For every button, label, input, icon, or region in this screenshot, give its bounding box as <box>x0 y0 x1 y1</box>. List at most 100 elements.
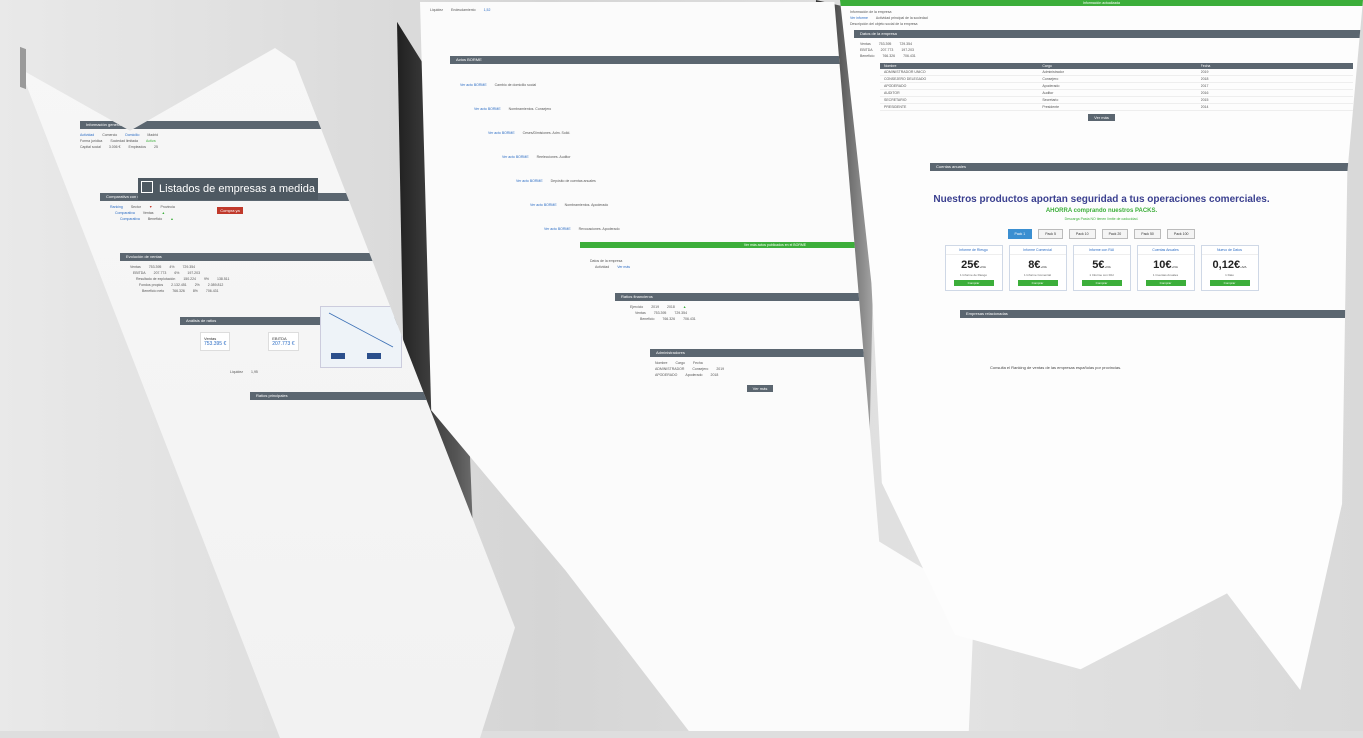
pack-tab[interactable]: Pack 1 <box>1007 229 1033 239</box>
table-cell: 138.511 <box>217 277 230 281</box>
table-cell: 197.203 <box>187 271 201 275</box>
table-cell: PRESIDENTE <box>884 105 907 109</box>
frame-edge <box>20 46 26 90</box>
promo-note: Descarga Pasta NO tienen límite de caduc… <box>1064 217 1139 221</box>
section-bar: Empresas relacionadas <box>960 310 1363 318</box>
product-price-unit: +IVA <box>1240 265 1247 269</box>
pack-tab[interactable]: Pack 20 <box>1101 229 1129 239</box>
table-cell: Auditor <box>1042 91 1054 95</box>
product-price-wrap: 8€+IVA <box>1010 259 1066 271</box>
table-cell: AUDITOR <box>884 91 900 95</box>
table-cell: Beneficio neto <box>142 289 165 293</box>
table-row: APODERADO Apoderado 2017 <box>880 83 1353 90</box>
table-cell: 766.326 <box>172 289 185 293</box>
pack-tab[interactable]: Pack 50 <box>1134 229 1161 239</box>
table-cell: 2016 <box>1200 91 1209 95</box>
table-cell: 706.431 <box>205 289 219 293</box>
promo-subtitle: AHORRA comprando nuestros PACKS. <box>1045 208 1158 214</box>
product-price-wrap: 5€+IVA <box>1074 259 1130 271</box>
company-list-banner[interactable]: Listados de empresas a medida Compra ya <box>138 178 318 214</box>
product-price-wrap: 25€+IVA <box>946 259 1002 271</box>
table-cell: Consejero <box>1042 77 1059 81</box>
see-more-button[interactable]: Ver más <box>1088 114 1115 121</box>
table-cell: Fondos propios <box>139 283 164 287</box>
see-more-button[interactable]: Ver más <box>746 385 774 392</box>
buy-button[interactable]: Comprar <box>1017 280 1058 286</box>
product-card: Informe con RAI 5€+IVA 1 Informe con RAI Co… <box>1072 245 1131 291</box>
product-card: Informe de Riesgo 25€+IVA 1 Informe de Rie… <box>944 245 1003 291</box>
product-price: 0,12€ <box>1212 259 1241 271</box>
table-cell: 6% <box>174 271 180 275</box>
product-price-unit: +IVA <box>1104 265 1111 269</box>
product-price-wrap: 10€+IVA <box>1138 259 1194 271</box>
borme-link[interactable]: Ver acto BORME <box>544 227 571 231</box>
borme-link[interactable]: Ver acto BORME <box>530 203 557 207</box>
borme-link[interactable]: Ver acto BORME <box>488 131 515 135</box>
table-cell: 207.773 <box>153 271 167 275</box>
borme-text: Ceses/Dimisiones. Adm. Solid. <box>522 131 571 135</box>
table-cell: 4% <box>169 265 175 269</box>
buy-button[interactable]: Comprar <box>1145 280 1186 286</box>
chart-bar <box>367 353 381 359</box>
table-cell: Resultado de explotación <box>136 277 176 281</box>
table-cell: 9% <box>203 277 210 281</box>
borme-link[interactable]: Ver acto BORME <box>516 179 543 183</box>
table-cell: CONSEJERO DELEGADO <box>884 77 927 81</box>
borme-text: Nombramientos. Consejero <box>508 107 552 111</box>
table-cell: 753.395 <box>148 265 162 269</box>
borme-text: Cambio de domicilio social <box>494 83 537 87</box>
table-row: SECRETARIO Secretario 2015 <box>880 97 1353 104</box>
pack-tab[interactable]: Pack 10 <box>1068 229 1096 239</box>
product-price: 10€ <box>1153 259 1172 271</box>
stat-card-value: 207.773 € <box>272 341 295 347</box>
promo-title: Nuestros productos aportan seguridad a t… <box>933 194 1270 205</box>
table-cell: 8% <box>192 289 198 293</box>
pack-tab[interactable]: Pack 5 <box>1038 229 1063 239</box>
buy-button[interactable]: Comprar <box>953 280 994 286</box>
table-row: CONSEJERO DELEGADO Consejero 2018 <box>880 76 1353 83</box>
buy-button[interactable]: Comprar <box>1081 280 1122 286</box>
borme-link[interactable]: Ver acto BORME <box>502 155 529 159</box>
product-price-unit: +IVA <box>1040 265 1047 269</box>
table-cell: Administrador <box>1042 70 1064 74</box>
pack-tab[interactable]: Pack 100 <box>1166 229 1196 239</box>
table-row: AUDITOR Auditor 2016 <box>880 90 1353 97</box>
table-cell: 2.132.451 <box>171 283 187 287</box>
chart-bar <box>331 353 345 359</box>
buy-button[interactable]: Comprar <box>1209 280 1250 286</box>
product-price-unit: +IVA <box>1171 265 1178 269</box>
borme-link[interactable]: Ver acto BORME <box>474 107 501 111</box>
table-cell: 729.354 <box>182 265 196 269</box>
table-cell: 2% <box>194 283 200 287</box>
borme-text: Nombramientos. Apoderado <box>564 203 609 207</box>
table-header-cell: Nombre <box>884 64 897 68</box>
table-cell: 2018 <box>1200 77 1209 81</box>
table-header-cell: Cargo <box>1042 64 1052 68</box>
product-description: 1 Dato <box>1225 273 1234 277</box>
product-description: 1 Informe Comercial <box>1023 273 1051 277</box>
product-card: Nuevo de Datos 0,12€+IVA 1 Dato Comprar <box>1200 245 1259 291</box>
product-title: Nuevo de Datos <box>1201 246 1258 255</box>
stat-card-value: 753.395 € <box>204 341 227 347</box>
ranking-footer[interactable]: Consulta el Ranking de ventas de las emp… <box>840 361 1363 374</box>
product-title: Cuentas Anuales <box>1137 246 1194 255</box>
borme-link[interactable]: Ver acto BORME <box>460 83 487 87</box>
table-cell: 2015 <box>1200 98 1209 102</box>
borme-text: Reelecciones. Auditor <box>536 155 571 159</box>
buy-now-button[interactable]: Compra ya <box>217 207 243 214</box>
table-cell: 150.224 <box>183 277 196 281</box>
table-cell: 2019 <box>1200 70 1209 74</box>
table-header-cell: Fecha <box>1200 64 1211 68</box>
section-bar: Datos de la empresa <box>854 30 1363 38</box>
table-cell: Presidente <box>1042 105 1060 109</box>
checkbox-icon <box>141 181 154 193</box>
product-description: 1 Cuentas Anuales <box>1152 273 1179 277</box>
table-cell: ADMINISTRADOR UNICO <box>884 70 926 74</box>
table-cell: EBITDA <box>133 271 146 275</box>
product-description: 1 Informe de Riesgo <box>959 273 987 277</box>
product-title: Informe de Riesgo <box>945 246 1002 255</box>
product-price-wrap: 0,12€+IVA <box>1202 259 1258 271</box>
product-price-unit: +IVA <box>979 265 986 269</box>
liquidity-value: 1,95 <box>251 370 258 374</box>
product-price: 8€ <box>1028 259 1041 271</box>
